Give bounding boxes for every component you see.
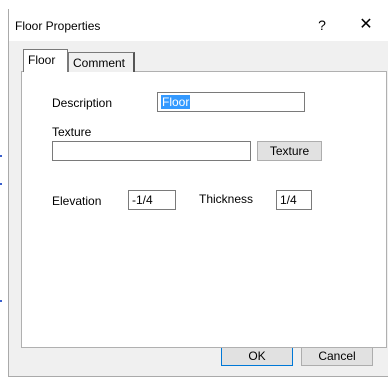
- description-value: Floor: [161, 95, 191, 109]
- elevation-value: -1/4: [132, 193, 153, 207]
- close-button[interactable]: ✕: [356, 15, 376, 35]
- title-bar[interactable]: Floor Properties ? ✕: [9, 9, 388, 41]
- background-mark: [0, 300, 2, 302]
- background-mark: [0, 183, 2, 185]
- floor-properties-dialog: Floor Properties ? ✕ Floor Comment Descr…: [8, 9, 388, 377]
- thickness-label: Thickness: [199, 192, 254, 206]
- thickness-value: 1/4: [280, 193, 297, 207]
- thickness-field[interactable]: 1/4: [276, 190, 312, 210]
- tab-comment-label: Comment: [73, 56, 126, 70]
- tab-floor-label: Floor: [28, 53, 56, 67]
- texture-field[interactable]: [52, 141, 251, 161]
- texture-button[interactable]: Texture: [257, 141, 322, 161]
- elevation-field[interactable]: -1/4: [128, 190, 176, 210]
- ok-button[interactable]: OK: [221, 346, 293, 366]
- texture-label: Texture: [52, 125, 92, 139]
- description-field[interactable]: Floor: [157, 92, 305, 112]
- dialog-title: Floor Properties: [15, 19, 101, 33]
- floor-tab-panel: Description Floor Texture Texture Elevat…: [21, 71, 387, 348]
- tab-comment[interactable]: Comment: [68, 52, 135, 72]
- close-icon: ✕: [359, 16, 373, 33]
- background-mark: [0, 155, 2, 157]
- cancel-button[interactable]: Cancel: [301, 346, 373, 366]
- description-label: Description: [52, 96, 113, 110]
- elevation-label: Elevation: [52, 194, 102, 208]
- help-button[interactable]: ?: [312, 17, 332, 33]
- tab-floor[interactable]: Floor: [23, 49, 68, 72]
